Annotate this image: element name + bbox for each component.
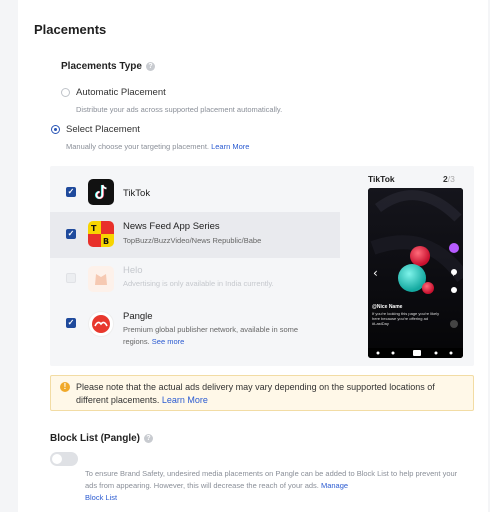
tiktok-app-icon <box>88 179 114 205</box>
preview-caption: If you're looking this page you're likel… <box>372 311 440 326</box>
news-feed-app-icon: T B <box>88 221 114 247</box>
delivery-notice: ! Please note that the actual ads delive… <box>50 375 474 411</box>
preview-pagination: 2/3 <box>443 174 455 184</box>
preview-page-total: /3 <box>447 174 455 184</box>
placement-row-news-feed[interactable]: ✓ T B News Feed App Series TopBuzz/BuzzV… <box>50 212 340 258</box>
helo-sub: Advertising is only available in India c… <box>123 279 274 288</box>
placements-type-label: Placements Type ? <box>61 61 155 72</box>
radio-icon[interactable] <box>61 88 70 97</box>
notice-learn-more-link[interactable]: Learn More <box>162 395 208 405</box>
see-more-link[interactable]: See more <box>152 337 185 346</box>
select-placement-desc: Manually choose your targeting placement… <box>66 142 249 151</box>
svg-text:T: T <box>91 224 97 233</box>
help-icon[interactable]: ? <box>144 434 154 443</box>
news-feed-name: News Feed App Series <box>123 221 220 232</box>
select-placement-desc-text: Manually choose your targeting placement… <box>66 142 209 151</box>
learn-more-link[interactable]: Learn More <box>211 142 249 151</box>
helo-app-icon <box>88 266 114 292</box>
svg-text:‹: ‹ <box>373 266 378 280</box>
preview-title: TikTok <box>368 174 395 184</box>
pangle-sub-text: regions. <box>123 337 150 346</box>
manage-link-part-1[interactable]: Manage <box>321 481 348 490</box>
block-list-label: Block List (Pangle) ? <box>50 433 154 444</box>
placements-type-text: Placements Type <box>61 61 142 72</box>
placement-panel: ✓ TikTok ✓ T B News Feed App Series TopB… <box>50 166 474 366</box>
select-placement-radio[interactable]: Select Placement <box>51 124 140 135</box>
pangle-sub-line-1: Premium global publisher network, availa… <box>123 325 299 334</box>
notice-text: Please note that the actual ads delivery… <box>76 381 466 407</box>
news-feed-checkbox[interactable]: ✓ <box>66 229 76 239</box>
pangle-sub-line-2: regions. See more <box>123 337 184 347</box>
radio-selected-icon[interactable] <box>51 125 60 134</box>
placement-row-helo: Helo Advertising is only available in In… <box>50 258 340 298</box>
manage-link-part-2[interactable]: Block List <box>85 493 117 502</box>
pangle-name: Pangle <box>123 311 153 322</box>
preview-artwork: ‹ › <box>368 188 463 358</box>
placements-card: Placements Placements Type ? Automatic P… <box>18 0 488 512</box>
svg-text:›: › <box>452 266 457 280</box>
pangle-checkbox[interactable]: ✓ <box>66 318 76 328</box>
placement-row-tiktok[interactable]: ✓ TikTok <box>50 172 340 212</box>
preview-user: @Nice Name <box>372 304 403 310</box>
help-icon[interactable]: ? <box>145 62 155 71</box>
pangle-app-icon <box>88 311 114 337</box>
tiktok-checkbox[interactable]: ✓ <box>66 187 76 197</box>
helo-name: Helo <box>123 265 143 276</box>
select-placement-label: Select Placement <box>66 124 140 135</box>
placement-row-pangle[interactable]: ✓ Pangle Premium global publisher networ… <box>50 302 340 354</box>
section-title: Placements <box>34 22 107 37</box>
automatic-placement-label: Automatic Placement <box>76 87 166 98</box>
block-list-desc: To ensure Brand Safety, undesired media … <box>85 468 465 504</box>
tiktok-name: TikTok <box>123 188 151 199</box>
helo-checkbox <box>66 273 76 283</box>
automatic-placement-radio[interactable]: Automatic Placement <box>61 87 166 98</box>
tiktok-preview-phone: ‹ › @Nice Name If you're looking this pa… <box>368 188 463 358</box>
svg-text:B: B <box>103 237 109 246</box>
notice-message: Please note that the actual ads delivery… <box>76 382 435 405</box>
warning-icon: ! <box>60 382 70 392</box>
block-list-text: Block List (Pangle) <box>50 433 141 444</box>
automatic-placement-desc: Distribute your ads across supported pla… <box>76 105 283 114</box>
news-feed-sub: TopBuzz/BuzzVideo/News Republic/Babe <box>123 236 262 245</box>
block-list-toggle[interactable] <box>50 452 78 466</box>
block-list-desc-text: To ensure Brand Safety, undesired media … <box>85 469 458 490</box>
